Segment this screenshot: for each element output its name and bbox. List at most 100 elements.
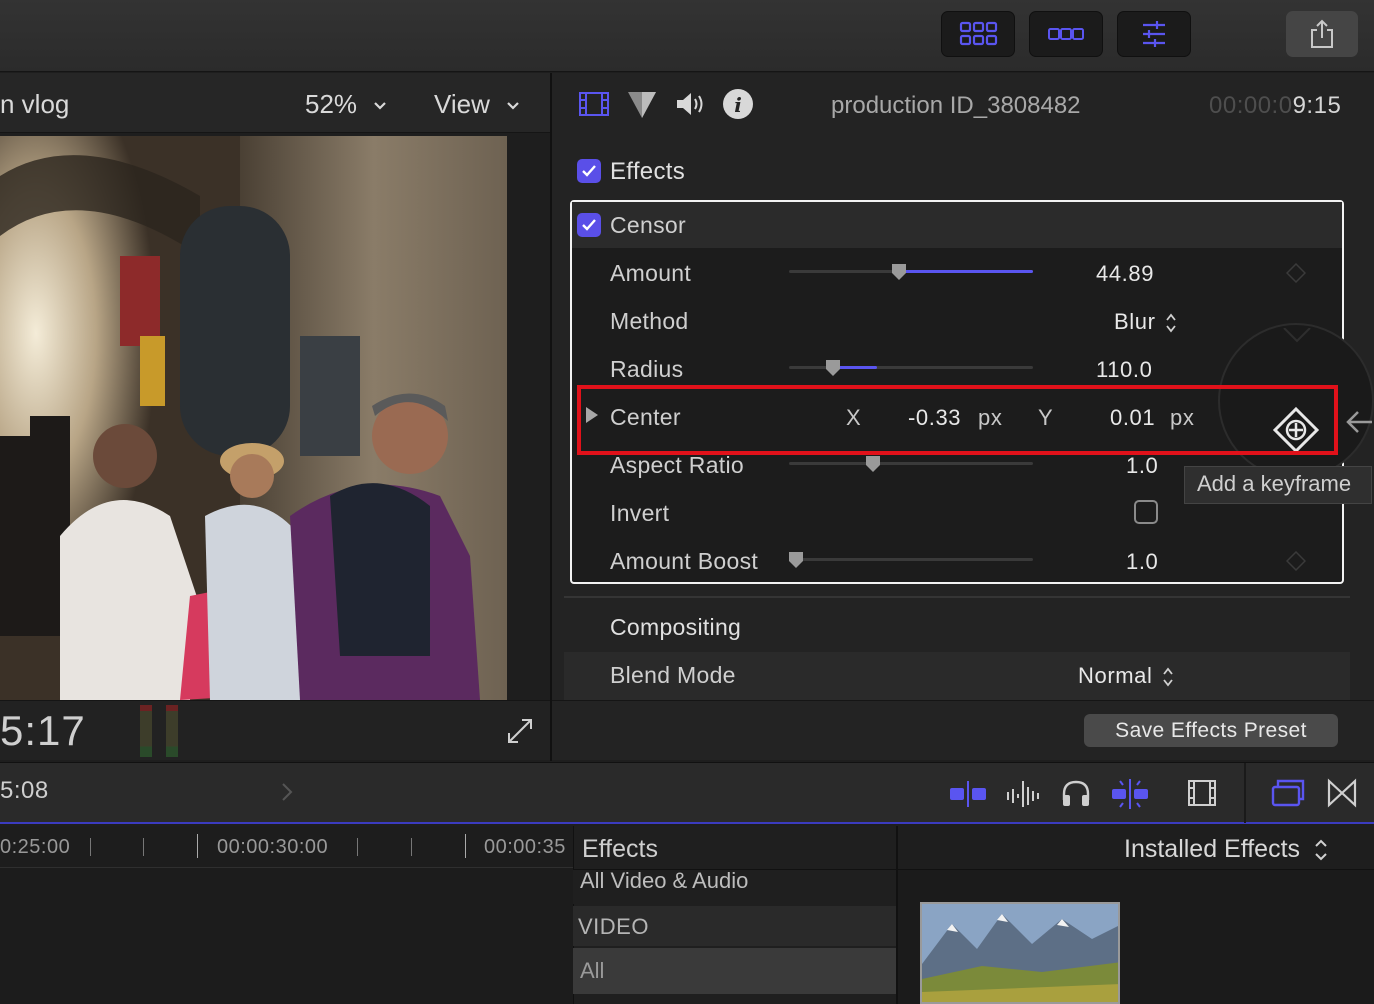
effects-browser-icon[interactable] [1270,777,1306,809]
audio-skimming-icon[interactable] [1004,779,1044,809]
amount-boost-slider-knob[interactable] [787,551,805,569]
aspect-ratio-slider-knob[interactable] [864,455,882,473]
browser-layout-button[interactable] [941,11,1015,57]
amount-boost-value[interactable]: 1.0 [1126,549,1158,575]
chevron-down-icon [507,102,519,110]
info-inspector-icon[interactable]: i [722,88,754,120]
amount-boost-label: Amount Boost [610,548,759,574]
effect-thumbnail[interactable] [920,902,1120,1004]
radius-label: Radius [610,356,684,382]
effects-browser-title: Effects [582,835,658,863]
censor-enable-checkbox[interactable] [577,213,601,237]
category-label: VIDEO [578,914,649,939]
snapping-icon[interactable] [1110,777,1150,811]
ruler-label: 0:25:00 [0,836,71,858]
headphones-icon[interactable] [1060,778,1092,808]
timeline-area[interactable] [0,868,573,1004]
amount-label: Amount [610,260,692,286]
ruler-tick [143,838,144,856]
duration-bright: 9:15 [1292,92,1342,119]
keyframe-diamond-icon [1283,328,1311,343]
up-down-chevron-icon [1166,313,1176,333]
inspector-header: i production ID_3808482 00:00:09:15 [552,73,1374,137]
ruler-tick [197,834,198,858]
up-down-chevron-icon [1315,839,1327,861]
keyframe-diamond-icon[interactable] [1286,263,1306,283]
radius-slider-knob[interactable] [824,359,842,377]
aspect-ratio-value[interactable]: 1.0 [1126,453,1158,479]
chevron-down-icon [374,102,387,110]
effects-checkbox[interactable] [577,159,601,183]
amount-value[interactable]: 44.89 [1096,261,1154,287]
amount-slider-knob[interactable] [890,263,908,281]
invert-label: Invert [610,500,670,526]
separator [564,596,1350,598]
censor-effect-header [572,202,1342,248]
amount-slider-fill [898,270,1033,273]
tooltip: Add a keyframe [1184,466,1372,504]
ruler-label: 00:00:35 [484,836,566,858]
share-button[interactable] [1286,11,1358,57]
viewer-header: n vlog 52% View [0,73,550,133]
zoom-menu[interactable]: 52% [305,89,388,120]
view-label: View [434,89,490,119]
category-item-selected[interactable]: All [573,948,896,994]
method-popup[interactable]: Blur [1114,309,1178,335]
amount-boost-slider[interactable] [789,558,1033,561]
top-toolbar [0,0,1374,72]
viewer-title: n vlog [0,89,70,119]
blend-mode-label: Blend Mode [610,662,736,688]
transitions-browser-icon[interactable] [1326,778,1358,808]
installed-effects-popup[interactable]: Installed Effects [1124,835,1329,864]
timeline-timecode: 5:08 [0,777,49,804]
timeline-toolbar: 5:08 [0,762,1374,824]
viewer-footer: 5:17 [0,700,550,760]
invert-checkbox[interactable] [1134,500,1158,524]
view-menu[interactable]: View [434,89,521,120]
installed-effects-label: Installed Effects [1124,835,1301,863]
video-preview[interactable] [0,136,507,700]
method-value: Blur [1114,309,1156,334]
inspector-toggle-button[interactable] [1117,11,1191,57]
effects-section-title: Effects [610,158,686,185]
fullscreen-icon[interactable] [506,717,534,745]
landscape-thumbnail-image [922,904,1118,1002]
audio-meter [140,705,178,757]
category-item[interactable]: All Video & Audio [573,868,896,904]
up-down-chevron-icon [1163,667,1173,687]
clip-appearance-icon[interactable] [1186,778,1218,808]
category-header: VIDEO [573,906,896,946]
checkmark-icon [582,165,596,177]
svg-text:i: i [734,93,742,117]
method-label: Method [610,308,689,334]
clip-name: production ID_3808482 [831,92,1081,119]
skimming-icon[interactable] [948,779,988,809]
compositing-section-title: Compositing [610,614,742,640]
highlight-annotation [577,385,1338,455]
duration-dim: 00:00:0 [1209,92,1293,119]
checkmark-icon [582,219,596,231]
save-effects-preset-button[interactable]: Save Effects Preset [1084,714,1338,747]
browser-layout-icon [959,21,998,46]
category-label: All [580,958,605,983]
viewer-timecode: 5:17 [0,707,86,754]
ruler-tick [411,838,412,856]
color-inspector-icon[interactable] [626,88,658,120]
video-inspector-icon[interactable] [578,90,610,118]
inspector-icon [1143,21,1165,47]
aspect-ratio-slider[interactable] [789,462,1033,465]
timeline-layout-button[interactable] [1029,11,1103,57]
ruler-tick [465,834,466,858]
toolbar-divider [1244,763,1246,823]
video-frame-image [0,136,507,700]
audio-inspector-icon[interactable] [674,90,708,118]
keyframe-diamond-icon[interactable] [1286,551,1306,571]
blend-mode-popup[interactable]: Normal [1078,663,1175,689]
ruler-tick [90,838,91,856]
zoom-value: 52% [305,89,358,119]
blend-mode-value: Normal [1078,663,1153,688]
ruler-label: 00:00:30:00 [217,836,329,858]
radius-value[interactable]: 110.0 [1096,357,1152,383]
chevron-right-icon[interactable] [280,781,294,803]
category-label: All Video & Audio [580,868,749,893]
